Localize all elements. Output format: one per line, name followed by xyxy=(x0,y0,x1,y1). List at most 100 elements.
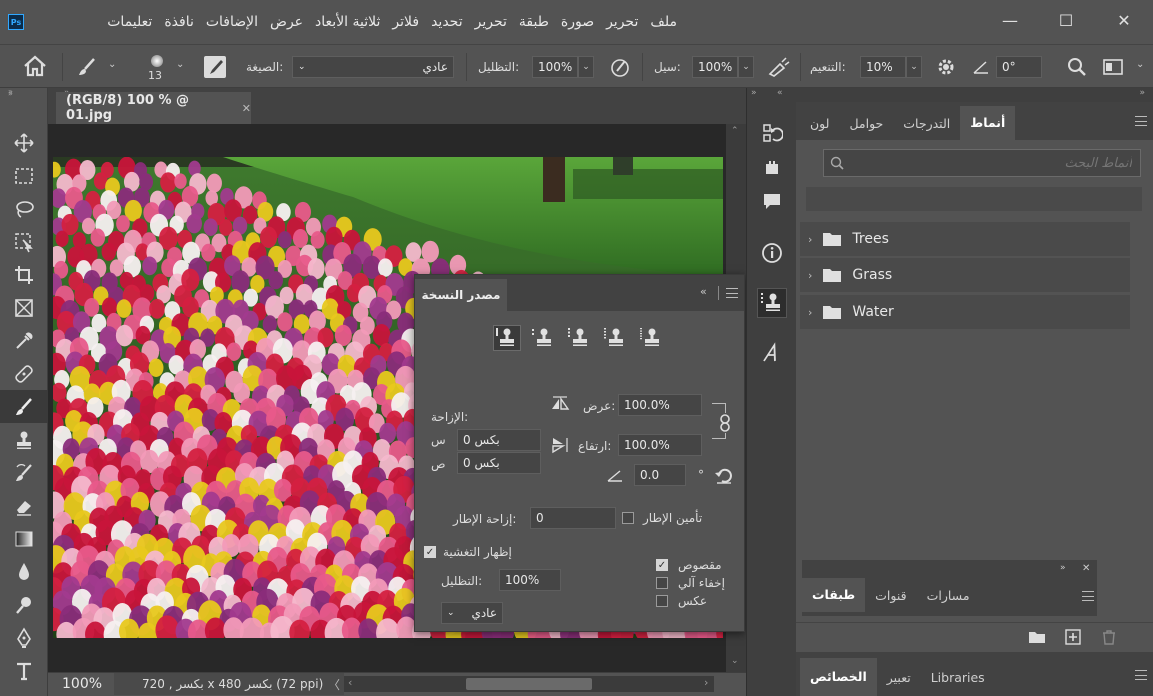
clone-stamp-tool-icon[interactable] xyxy=(0,423,48,456)
tab-swatches[interactable]: حوامل xyxy=(839,106,893,140)
menu-item[interactable]: تحرير xyxy=(469,14,513,30)
scroll-right-icon[interactable]: › xyxy=(704,676,708,689)
invert-checkbox[interactable] xyxy=(656,595,668,607)
menu-item[interactable]: تحديد xyxy=(425,14,469,30)
close-panel-icon[interactable]: ✕ xyxy=(1082,563,1090,574)
brush-tool-icon[interactable] xyxy=(76,56,98,78)
history-brush-tool-icon[interactable] xyxy=(0,456,48,489)
smoothing-input[interactable]: 10% xyxy=(860,56,906,78)
tab-color[interactable]: لون xyxy=(800,106,839,140)
menu-item[interactable]: ثلاثية الأبعاد xyxy=(309,14,386,30)
pen-tool-icon[interactable] xyxy=(0,621,48,654)
link-icon[interactable] xyxy=(715,413,735,433)
tab-adjustments[interactable]: تعبير xyxy=(877,660,921,694)
gradient-tool-icon[interactable] xyxy=(0,522,48,555)
mode-select[interactable]: ⌄ عادي xyxy=(292,56,454,78)
tab-layers[interactable]: طبقات xyxy=(802,578,866,612)
gear-icon[interactable] xyxy=(934,56,958,78)
tab-libraries[interactable]: Libraries xyxy=(921,660,995,694)
clone-source-2-button[interactable] xyxy=(529,325,557,351)
overlay-mode-select[interactable]: ⌄ عادي xyxy=(441,602,503,624)
frame-tool-icon[interactable] xyxy=(0,291,48,324)
menu-item[interactable]: ملف xyxy=(644,14,683,30)
eyedropper-tool-icon[interactable] xyxy=(0,324,48,357)
clipped-checkbox[interactable]: ✓ xyxy=(656,559,668,571)
clone-source-4-button[interactable] xyxy=(601,325,629,351)
clone-source-tab[interactable]: مصدر النسخة xyxy=(415,279,507,311)
scroll-left-icon[interactable]: ‹ xyxy=(348,676,352,689)
marquee-tool-icon[interactable] xyxy=(0,159,48,192)
trash-icon[interactable] xyxy=(1100,628,1118,646)
comments-panel-icon[interactable] xyxy=(757,186,787,216)
chevron-right-icon[interactable]: › xyxy=(808,306,812,319)
collapse-icon[interactable]: » xyxy=(1139,88,1145,98)
panel-menu-icon[interactable] xyxy=(1082,591,1094,601)
glyphs-panel-icon[interactable] xyxy=(757,338,787,368)
panel-menu-icon[interactable] xyxy=(1135,670,1147,680)
chevron-down-icon[interactable]: ⌄ xyxy=(1136,59,1144,70)
brush-preset-picker[interactable]: 13 xyxy=(148,55,163,82)
scroll-down-icon[interactable]: ⌄ xyxy=(731,656,739,666)
history-panel-icon[interactable] xyxy=(757,118,787,148)
pattern-folder[interactable]: › Grass xyxy=(800,258,1130,292)
panel-menu-icon[interactable] xyxy=(726,288,738,298)
blur-tool-icon[interactable] xyxy=(0,555,48,588)
show-overlay-checkbox[interactable]: ✓ xyxy=(424,546,436,558)
menu-item[interactable]: فلاتر xyxy=(386,14,425,30)
object-selection-tool-icon[interactable] xyxy=(0,225,48,258)
collapse-icon[interactable]: » xyxy=(8,89,13,98)
chevron-right-icon[interactable]: › xyxy=(808,233,812,246)
type-tool-icon[interactable] xyxy=(0,654,48,687)
patterns-search-input[interactable] xyxy=(850,155,1132,171)
clone-source-panel-icon[interactable] xyxy=(757,288,787,318)
pressure-opacity-icon[interactable] xyxy=(608,56,632,78)
flip-horizontal-icon[interactable] xyxy=(549,395,571,413)
width-input[interactable]: 100.0% xyxy=(618,394,702,416)
folder-icon[interactable] xyxy=(1028,629,1046,645)
angle-input[interactable]: 0° xyxy=(996,56,1042,78)
lock-frame-checkbox[interactable] xyxy=(622,512,634,524)
pattern-folder[interactable]: › Trees xyxy=(800,222,1130,256)
zoom-level[interactable]: 100% xyxy=(62,676,102,692)
patterns-search-field[interactable] xyxy=(823,149,1141,177)
tab-gradients[interactable]: التدرجات xyxy=(893,106,960,140)
rotation-input[interactable]: 0.0 xyxy=(634,464,686,486)
tab-properties[interactable]: الخصائص xyxy=(800,658,877,696)
horizontal-scroll-thumb[interactable] xyxy=(466,678,592,690)
menu-item[interactable]: تعليمات xyxy=(101,14,158,30)
actions-panel-icon[interactable] xyxy=(757,152,787,182)
opacity-input[interactable]: 100% xyxy=(532,56,578,78)
clone-source-3-button[interactable] xyxy=(565,325,593,351)
chevron-right-icon[interactable]: › xyxy=(808,269,812,282)
smoothing-dropdown[interactable]: ⌄ xyxy=(906,56,922,78)
new-item-icon[interactable] xyxy=(1064,628,1082,646)
collapse-panel-icon[interactable]: « xyxy=(700,285,707,298)
document-tab[interactable]: (RGB/8) 100 % @ 01.jpg ✕ xyxy=(56,92,251,124)
brush-tool-icon[interactable] xyxy=(0,390,48,423)
workspace-icon[interactable] xyxy=(1102,57,1126,77)
close-tab-icon[interactable]: ✕ xyxy=(242,102,251,115)
search-icon[interactable] xyxy=(1066,56,1088,78)
status-menu-icon[interactable]: 〈 xyxy=(328,676,340,693)
expand-icon[interactable]: « xyxy=(777,88,783,98)
lasso-tool-icon[interactable] xyxy=(0,192,48,225)
brush-settings-panel-icon[interactable] xyxy=(204,56,226,78)
clone-source-5-button[interactable] xyxy=(637,325,665,351)
home-icon[interactable] xyxy=(22,55,48,77)
tab-patterns[interactable]: أنماط xyxy=(960,106,1016,140)
info-panel-icon[interactable] xyxy=(757,238,787,268)
eraser-tool-icon[interactable] xyxy=(0,489,48,522)
collapse-icon[interactable]: » xyxy=(1060,563,1066,573)
menu-item[interactable]: عرض xyxy=(264,14,309,30)
opacity-dropdown[interactable]: ⌄ xyxy=(578,56,594,78)
reset-transform-icon[interactable] xyxy=(714,467,734,485)
panel-menu-icon[interactable] xyxy=(1135,116,1147,126)
dodge-tool-icon[interactable] xyxy=(0,588,48,621)
flip-vertical-icon[interactable] xyxy=(549,435,571,455)
path-selection-tool-icon[interactable] xyxy=(0,687,48,696)
offset-y-input[interactable]: بكس 0 xyxy=(457,452,541,474)
clone-source-1-button[interactable] xyxy=(493,325,521,351)
menu-item[interactable]: نافذة xyxy=(158,14,200,30)
close-button[interactable]: ✕ xyxy=(1110,8,1138,32)
healing-brush-tool-icon[interactable] xyxy=(0,357,48,390)
